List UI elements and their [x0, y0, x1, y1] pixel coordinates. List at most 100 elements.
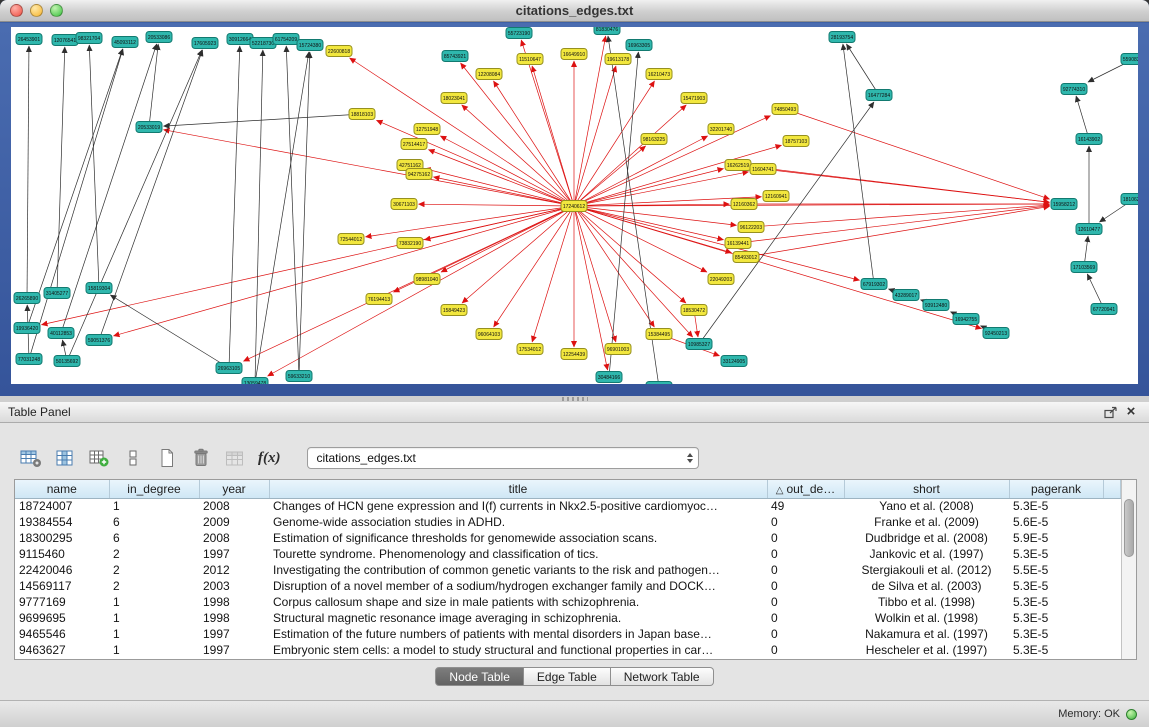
graph-edge[interactable]: [461, 63, 574, 206]
rows-button[interactable]: [122, 448, 144, 468]
graph-node[interactable]: 18757103: [783, 136, 809, 147]
graph-edge[interactable]: [440, 136, 574, 206]
graph-node[interactable]: 12076541: [52, 35, 78, 46]
graph-edge[interactable]: [255, 50, 263, 383]
graph-node[interactable]: 22049203: [708, 274, 734, 285]
graph-node[interactable]: 55908314: [1121, 54, 1138, 65]
graph-node[interactable]: 26453901: [16, 34, 42, 45]
float-panel-button[interactable]: [1101, 404, 1121, 420]
zoom-button[interactable]: [50, 4, 63, 17]
graph-node[interactable]: 16210473: [646, 69, 672, 80]
column-header-short[interactable]: short: [844, 480, 1009, 498]
graph-edge[interactable]: [67, 50, 202, 361]
graph-edge[interactable]: [462, 206, 574, 303]
graph-edge[interactable]: [419, 204, 575, 206]
graph-node[interactable]: 12254439: [561, 349, 587, 360]
column-header-pagerank[interactable]: pagerank: [1009, 480, 1103, 498]
graph-edge[interactable]: [164, 114, 363, 126]
graph-node[interactable]: 18818103: [349, 109, 375, 120]
delete-table-button[interactable]: [190, 448, 212, 468]
network-canvas[interactable]: 17240612 12160362 16139441 22049203 18530472…: [11, 27, 1138, 384]
graph-node[interactable]: 85493012: [733, 252, 759, 263]
graph-node[interactable]: 59633210: [286, 371, 312, 382]
graph-node[interactable]: 85743921: [442, 51, 468, 62]
graph-edge[interactable]: [763, 169, 1050, 202]
graph-node[interactable]: 19613178: [605, 54, 631, 65]
graph-node[interactable]: 73832190: [397, 238, 423, 249]
graph-node[interactable]: 11510647: [517, 54, 543, 65]
tab-edge-table[interactable]: Edge Table: [524, 667, 611, 686]
close-button[interactable]: [10, 4, 23, 17]
graph-node[interactable]: 30484166: [596, 372, 622, 383]
table-row[interactable]: 1456911722003Disruption of a novel membe…: [15, 578, 1121, 594]
graph-edge[interactable]: [532, 66, 574, 206]
table-row[interactable]: 2242004622012Investigating the contribut…: [15, 562, 1121, 578]
graph-edge[interactable]: [434, 177, 575, 206]
graph-edge[interactable]: [574, 206, 724, 240]
graph-node[interactable]: 98981040: [414, 274, 440, 285]
graph-node[interactable]: 16649910: [561, 49, 587, 60]
column-header-year[interactable]: year: [199, 480, 269, 498]
graph-node[interactable]: 74850493: [772, 104, 798, 115]
graph-node[interactable]: 18106254: [1121, 194, 1138, 205]
graph-edge[interactable]: [494, 206, 574, 327]
graph-node[interactable]: 45093112: [112, 37, 138, 48]
graph-edge[interactable]: [425, 169, 575, 206]
graph-node[interactable]: 96901003: [605, 344, 631, 355]
graph-edge[interactable]: [785, 109, 1050, 199]
graph-node[interactable]: 59051376: [86, 335, 112, 346]
graph-node[interactable]: 26963105: [216, 363, 242, 374]
graph-node[interactable]: 15471903: [681, 93, 707, 104]
graph-edge[interactable]: [99, 50, 203, 340]
graph-edge[interactable]: [164, 130, 575, 206]
minimize-button[interactable]: [30, 4, 43, 17]
graph-edge[interactable]: [846, 44, 879, 95]
graph-node[interactable]: 93912480: [923, 300, 949, 311]
graph-edge[interactable]: [574, 206, 737, 225]
table-row[interactable]: 1938455462009Genome-wide association stu…: [15, 514, 1121, 530]
graph-node[interactable]: 15958212: [1051, 199, 1077, 210]
graph-edge[interactable]: [574, 105, 686, 206]
graph-node[interactable]: 16942755: [953, 314, 979, 325]
function-builder-button[interactable]: f(x): [258, 448, 281, 468]
tab-network-table[interactable]: Network Table: [611, 667, 714, 686]
graph-node[interactable]: 12160362: [731, 199, 757, 210]
graph-node[interactable]: 17605923: [192, 38, 218, 49]
graph-node[interactable]: 16477284: [866, 90, 892, 101]
graph-node[interactable]: 10985327: [686, 339, 712, 350]
graph-node[interactable]: 18530472: [681, 305, 707, 316]
graph-edge[interactable]: [574, 36, 606, 206]
graph-node[interactable]: 96064103: [476, 329, 502, 340]
graph-node[interactable]: 16143902: [1076, 134, 1102, 145]
graph-edge[interactable]: [42, 206, 575, 325]
graph-node[interactable]: 32201740: [708, 124, 734, 135]
graph-node[interactable]: 15819304: [86, 283, 112, 294]
graph-node[interactable]: 55723190: [506, 28, 532, 39]
graph-node[interactable]: 20533086: [146, 32, 172, 43]
graph-node[interactable]: 96122203: [738, 222, 764, 233]
graph-node[interactable]: 77031248: [16, 354, 42, 365]
graph-node[interactable]: 50135692: [54, 356, 80, 367]
graph-edge[interactable]: [1076, 96, 1089, 139]
merge-table-button[interactable]: [224, 448, 246, 468]
graph-node[interactable]: 30671103: [391, 199, 417, 210]
graph-node[interactable]: 98321704: [76, 33, 102, 44]
new-document-button[interactable]: [156, 448, 178, 468]
graph-node[interactable]: 13059478: [242, 378, 268, 385]
graph-node[interactable]: 15849423: [441, 305, 467, 316]
graph-node[interactable]: 12208084: [476, 69, 502, 80]
graph-node[interactable]: 16139441: [725, 238, 751, 249]
import-table-button[interactable]: [88, 448, 110, 468]
table-row[interactable]: 946554611997Estimation of the future num…: [15, 626, 1121, 642]
graph-node[interactable]: 67720941: [1091, 304, 1117, 315]
graph-node[interactable]: 12610477: [1076, 224, 1102, 235]
tab-node-table[interactable]: Node Table: [435, 667, 524, 686]
graph-node[interactable]: 15724380: [297, 40, 323, 51]
graph-node[interactable]: 43289017: [893, 290, 919, 301]
graph-node[interactable]: 15384495: [646, 329, 672, 340]
graph-node[interactable]: 17240612: [561, 201, 587, 212]
graph-edge[interactable]: [57, 47, 65, 293]
close-panel-button[interactable]: ×: [1121, 404, 1141, 420]
graph-node[interactable]: 17534012: [517, 344, 543, 355]
window-titlebar[interactable]: citations_edges.txt: [0, 0, 1149, 22]
